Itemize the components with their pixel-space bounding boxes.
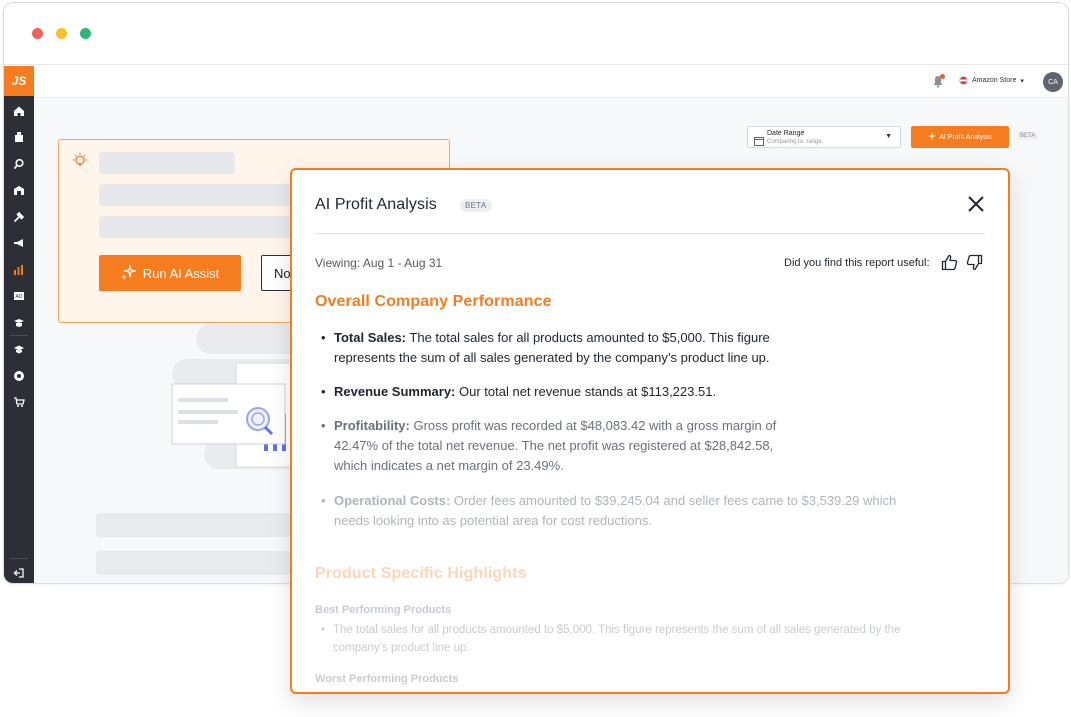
beta-badge: BETA bbox=[460, 199, 492, 212]
date-range-picker[interactable]: Date Range Comparing to: range ▼ bbox=[747, 126, 901, 148]
bullet-total-sales: • Total Sales: The total sales for all p… bbox=[321, 328, 841, 368]
bar-chart-icon[interactable] bbox=[12, 263, 26, 277]
bullet-text: represents the sum of all sales generate… bbox=[334, 350, 770, 365]
app-header: Amazon Store ▾ CA bbox=[34, 66, 1068, 98]
skeleton-line bbox=[99, 184, 299, 206]
bullet-label: Total Sales: bbox=[334, 330, 407, 345]
bullet-text: Gross profit was recorded at $48,083.42 … bbox=[409, 418, 777, 433]
bullet-text: Our total net revenue stands at $113,223… bbox=[455, 384, 717, 399]
graduation-icon[interactable] bbox=[12, 316, 26, 330]
calendar-icon bbox=[754, 133, 764, 146]
chevron-down-icon: ▾ bbox=[1020, 77, 1024, 85]
box-icon[interactable] bbox=[12, 130, 26, 144]
bullet-text: The total sales for all products amounte… bbox=[406, 330, 770, 345]
cart-icon[interactable] bbox=[12, 395, 26, 409]
chrome-icon[interactable] bbox=[12, 369, 26, 383]
search-icon[interactable] bbox=[12, 157, 26, 171]
section-title-product: Product Specific Highlights bbox=[315, 565, 527, 582]
section-title-overall: Overall Company Performance bbox=[315, 293, 552, 310]
app-logo[interactable]: JS bbox=[4, 66, 34, 96]
home-icon[interactable] bbox=[12, 104, 26, 118]
bullet-label: Operational Costs: bbox=[334, 493, 451, 508]
avatar[interactable]: CA bbox=[1043, 72, 1063, 92]
skeleton-line bbox=[99, 216, 299, 238]
logout-icon[interactable] bbox=[12, 566, 26, 580]
run-ai-assist-label: Run AI Assist bbox=[142, 265, 220, 281]
academy-icon[interactable] bbox=[12, 342, 26, 356]
sidebar: JS AD bbox=[4, 66, 34, 583]
viewing-period: Viewing: Aug 1 - Aug 31 bbox=[315, 256, 443, 270]
caret-down-icon: ▼ bbox=[885, 133, 892, 140]
store-selector[interactable]: Amazon Store ▾ bbox=[959, 76, 1024, 85]
ai-profit-analysis-modal: AI Profit Analysis BETA Viewing: Aug 1 -… bbox=[290, 168, 1010, 694]
bullet-text: 42.47% of the total net revenue. The net… bbox=[334, 438, 774, 453]
close-window-button[interactable] bbox=[32, 28, 43, 39]
sidebar-divider bbox=[10, 335, 28, 336]
bullet-label: Revenue Summary: bbox=[334, 384, 456, 399]
bullet-text: needs looking into as potential area for… bbox=[334, 513, 652, 528]
maximize-window-button[interactable] bbox=[80, 28, 91, 39]
best-products-text: The total sales for all products amounte… bbox=[333, 624, 901, 636]
bullet-profitability: • Profitability: Gross profit was record… bbox=[321, 416, 841, 476]
ai-profit-analysis-label: AI Profit Analysis bbox=[939, 133, 992, 141]
worst-products-title: Worst Performing Products bbox=[315, 673, 459, 685]
modal-divider bbox=[315, 233, 985, 234]
bullet-text: Order fees amounted to $39,245.04 and se… bbox=[450, 493, 897, 508]
best-products-title: Best Performing Products bbox=[315, 604, 452, 616]
skeleton-line bbox=[96, 551, 296, 575]
hammer-icon[interactable] bbox=[12, 210, 26, 224]
bullet-label: Profitability: bbox=[334, 418, 410, 433]
modal-title: AI Profit Analysis bbox=[315, 196, 437, 213]
lightbulb-icon bbox=[71, 152, 89, 170]
bullet-text: which indicates a net margin of 23.49%. bbox=[334, 458, 564, 473]
svg-text:AD: AD bbox=[15, 294, 22, 300]
close-icon[interactable] bbox=[966, 194, 986, 214]
sparkle-icon bbox=[928, 132, 937, 142]
ad-icon[interactable]: AD bbox=[12, 289, 26, 303]
thumbs-up-icon[interactable] bbox=[941, 254, 958, 271]
minimize-window-button[interactable] bbox=[56, 28, 67, 39]
store-label: Amazon Store bbox=[972, 77, 1017, 84]
date-range-label: Date Range bbox=[767, 130, 805, 137]
notification-dot bbox=[940, 74, 945, 79]
us-flag-icon bbox=[959, 76, 968, 85]
sparkle-icon bbox=[120, 264, 137, 283]
skeleton-line bbox=[96, 513, 296, 537]
date-range-compare: Comparing to: range bbox=[767, 139, 822, 145]
beta-badge: BETA bbox=[1017, 132, 1039, 140]
best-products-text: company’s product line up. bbox=[333, 642, 470, 654]
ai-profit-analysis-button[interactable]: AI Profit Analysis bbox=[911, 126, 1009, 148]
sidebar-divider-bottom bbox=[10, 558, 28, 559]
bullet-revenue-summary: • Revenue Summary: Our total net revenue… bbox=[321, 384, 717, 399]
browser-titlebar bbox=[4, 3, 1068, 65]
megaphone-icon[interactable] bbox=[12, 236, 26, 250]
run-ai-assist-button[interactable]: Run AI Assist bbox=[99, 255, 241, 291]
thumbs-down-icon[interactable] bbox=[966, 254, 983, 271]
feedback-prompt: Did you find this report useful: bbox=[784, 257, 930, 269]
warehouse-icon[interactable] bbox=[12, 183, 26, 197]
skeleton-line bbox=[99, 152, 235, 174]
bullet-operational-costs: • Operational Costs: Order fees amounted… bbox=[321, 491, 981, 531]
